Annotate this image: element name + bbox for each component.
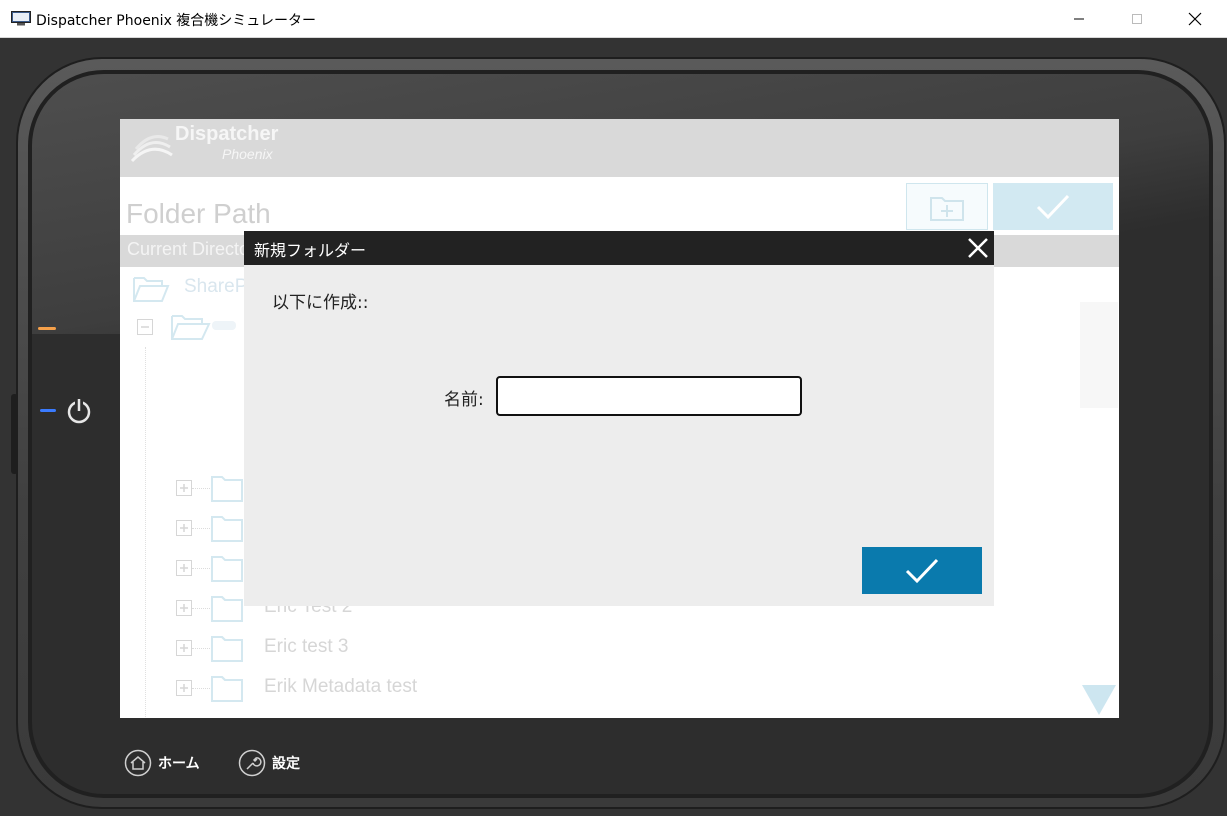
nav-home-button[interactable]: ホーム: [124, 745, 200, 781]
folder-open-icon[interactable]: [170, 312, 212, 342]
tree-connector: [192, 608, 210, 609]
expand-icon[interactable]: [176, 480, 192, 496]
maximize-button[interactable]: [1108, 0, 1166, 38]
status-led-blue: [40, 409, 56, 412]
close-button[interactable]: [1166, 0, 1224, 38]
expand-icon[interactable]: [176, 600, 192, 616]
nav-settings-button[interactable]: 設定: [238, 745, 300, 781]
expand-icon[interactable]: [176, 640, 192, 656]
tree-connector: [192, 488, 210, 489]
dialog-titlebar: 新規フォルダー: [244, 231, 994, 265]
wrench-icon: [238, 749, 266, 777]
minimize-button[interactable]: [1050, 0, 1108, 38]
tree-row[interactable]: Erik Metadata test: [176, 672, 676, 704]
folder-icon: [211, 676, 243, 702]
phoenix-logo-icon: [130, 135, 173, 163]
power-icon[interactable]: [66, 397, 92, 425]
folder-icon: [211, 476, 243, 502]
minimize-icon: [1074, 18, 1084, 20]
selected-node-highlight[interactable]: [212, 321, 236, 330]
close-icon[interactable]: [966, 236, 990, 260]
status-led-orange: [38, 327, 56, 330]
checkmark-icon: [905, 558, 939, 583]
close-icon: [1188, 12, 1202, 26]
dialog-ok-button[interactable]: [862, 547, 982, 594]
expand-icon[interactable]: [176, 680, 192, 696]
name-label: 名前:: [444, 390, 484, 410]
folder-name-input[interactable]: [496, 376, 802, 416]
folder-icon: [211, 596, 243, 622]
new-folder-button[interactable]: [906, 183, 988, 230]
screen-header: Dispatcher Phoenix: [120, 119, 1119, 177]
dialog-prompt: 以下に作成::: [272, 293, 369, 313]
bottom-nav: ホーム 設定: [0, 745, 1227, 785]
monitor-icon: [11, 11, 31, 26]
expand-icon[interactable]: [176, 560, 192, 576]
side-key: [11, 394, 18, 474]
home-icon: [124, 749, 152, 777]
confirm-folder-button[interactable]: [993, 183, 1113, 230]
maximize-icon: [1132, 14, 1142, 24]
nav-home-label: ホーム: [158, 756, 200, 772]
tree-item-label[interactable]: Eric test 3: [264, 636, 348, 658]
tree-row[interactable]: Eric test 3: [176, 632, 676, 664]
brand-subname: Phoenix: [222, 146, 273, 162]
checkmark-icon: [1036, 194, 1070, 219]
page-title: Folder Path: [126, 198, 271, 229]
window-title: Dispatcher Phoenix 複合機シミュレーター: [36, 13, 317, 29]
tree-connector: [192, 648, 210, 649]
tree-connector: [192, 688, 210, 689]
folder-icon: [211, 516, 243, 542]
tree-connector: [145, 347, 146, 718]
folder-plus-icon: [930, 196, 964, 221]
new-folder-dialog: 新規フォルダー 以下に作成:: 名前:: [244, 231, 994, 606]
scroll-down-icon[interactable]: [1080, 683, 1118, 717]
scrollbar-track[interactable]: [1080, 302, 1118, 408]
expand-icon[interactable]: [176, 520, 192, 536]
folder-icon: [211, 636, 243, 662]
brand-name: Dispatcher: [175, 123, 279, 145]
collapse-icon[interactable]: [137, 319, 153, 335]
tree-item-label[interactable]: Erik Metadata test: [264, 676, 417, 698]
tree-connector: [192, 528, 210, 529]
tree-connector: [192, 568, 210, 569]
folder-open-icon[interactable]: [132, 274, 170, 304]
folder-icon: [211, 556, 243, 582]
window-titlebar: Dispatcher Phoenix 複合機シミュレーター: [0, 0, 1227, 38]
dialog-title: 新規フォルダー: [254, 241, 367, 260]
nav-settings-label: 設定: [272, 756, 300, 772]
